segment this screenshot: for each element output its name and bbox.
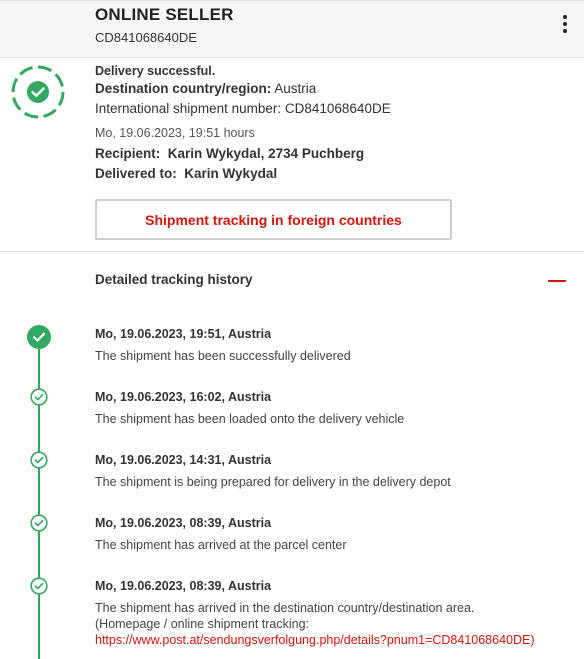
collapse-icon[interactable] xyxy=(548,272,566,290)
check-circle-icon xyxy=(30,514,48,532)
sender-name: ONLINE SELLER xyxy=(95,5,234,24)
event-text: The shipment has been loaded onto the de… xyxy=(95,412,405,426)
event-text-note: (Homepage / online shipment tracking: xyxy=(95,617,310,631)
check-circle-icon xyxy=(30,577,48,595)
tracking-number: CD841068640DE xyxy=(95,30,197,45)
destination-row: Destination country/region: Austria xyxy=(95,81,316,96)
delivery-datetime: Mo, 19.06.2023, 19:51 hours xyxy=(95,126,255,140)
recipient-row: Recipient: Karin Wykydal, 2734 Puchberg xyxy=(95,146,364,161)
event-text-block: The shipment has arrived in the destinat… xyxy=(95,600,565,648)
delivery-status: Delivery successful. xyxy=(95,64,216,78)
event-title: Mo, 19.06.2023, 08:39, Austria xyxy=(95,579,272,593)
check-circle-icon xyxy=(30,451,48,469)
destination-value: Austria xyxy=(274,81,317,96)
check-circle-icon xyxy=(30,388,48,406)
check-circle-icon xyxy=(27,325,51,349)
shipment-header: ONLINE SELLER CD841068640DE xyxy=(0,0,584,58)
recipient-label: Recipient: xyxy=(95,146,161,161)
more-options-icon[interactable] xyxy=(558,15,572,37)
event-title: Mo, 19.06.2023, 16:02, Austria xyxy=(95,390,272,404)
event-text: The shipment is being prepared for deliv… xyxy=(95,475,451,489)
tracking-link[interactable]: https://www.post.at/sendungsverfolgung.p… xyxy=(95,633,535,647)
event-text: The shipment has been successfully deliv… xyxy=(95,349,351,363)
foreign-tracking-button[interactable]: Shipment tracking in foreign countries xyxy=(95,199,452,240)
destination-label: Destination country/region: xyxy=(95,81,272,96)
timeline-line xyxy=(38,336,40,659)
event-text: The shipment has arrived in the destinat… xyxy=(95,601,475,615)
intl-shipment-row: International shipment number: CD8410686… xyxy=(95,101,391,116)
recipient-value: Karin Wykydal, 2734 Puchberg xyxy=(167,146,365,161)
delivered-to-value: Karin Wykydal xyxy=(184,166,278,181)
event-title: Mo, 19.06.2023, 14:31, Austria xyxy=(95,453,272,467)
delivered-to-label: Delivered to: xyxy=(95,166,177,181)
history-title: Detailed tracking history xyxy=(95,272,253,287)
delivered-to-row: Delivered to: Karin Wykydal xyxy=(95,166,277,181)
delivered-status-icon xyxy=(11,65,65,119)
event-title: Mo, 19.06.2023, 08:39, Austria xyxy=(95,516,272,530)
intl-shipment-label: International shipment number: xyxy=(95,101,282,116)
intl-shipment-value: CD841068640DE xyxy=(284,101,391,116)
section-divider xyxy=(0,251,584,252)
event-text: The shipment has arrived at the parcel c… xyxy=(95,538,347,552)
event-title: Mo, 19.06.2023, 19:51, Austria xyxy=(95,327,272,341)
